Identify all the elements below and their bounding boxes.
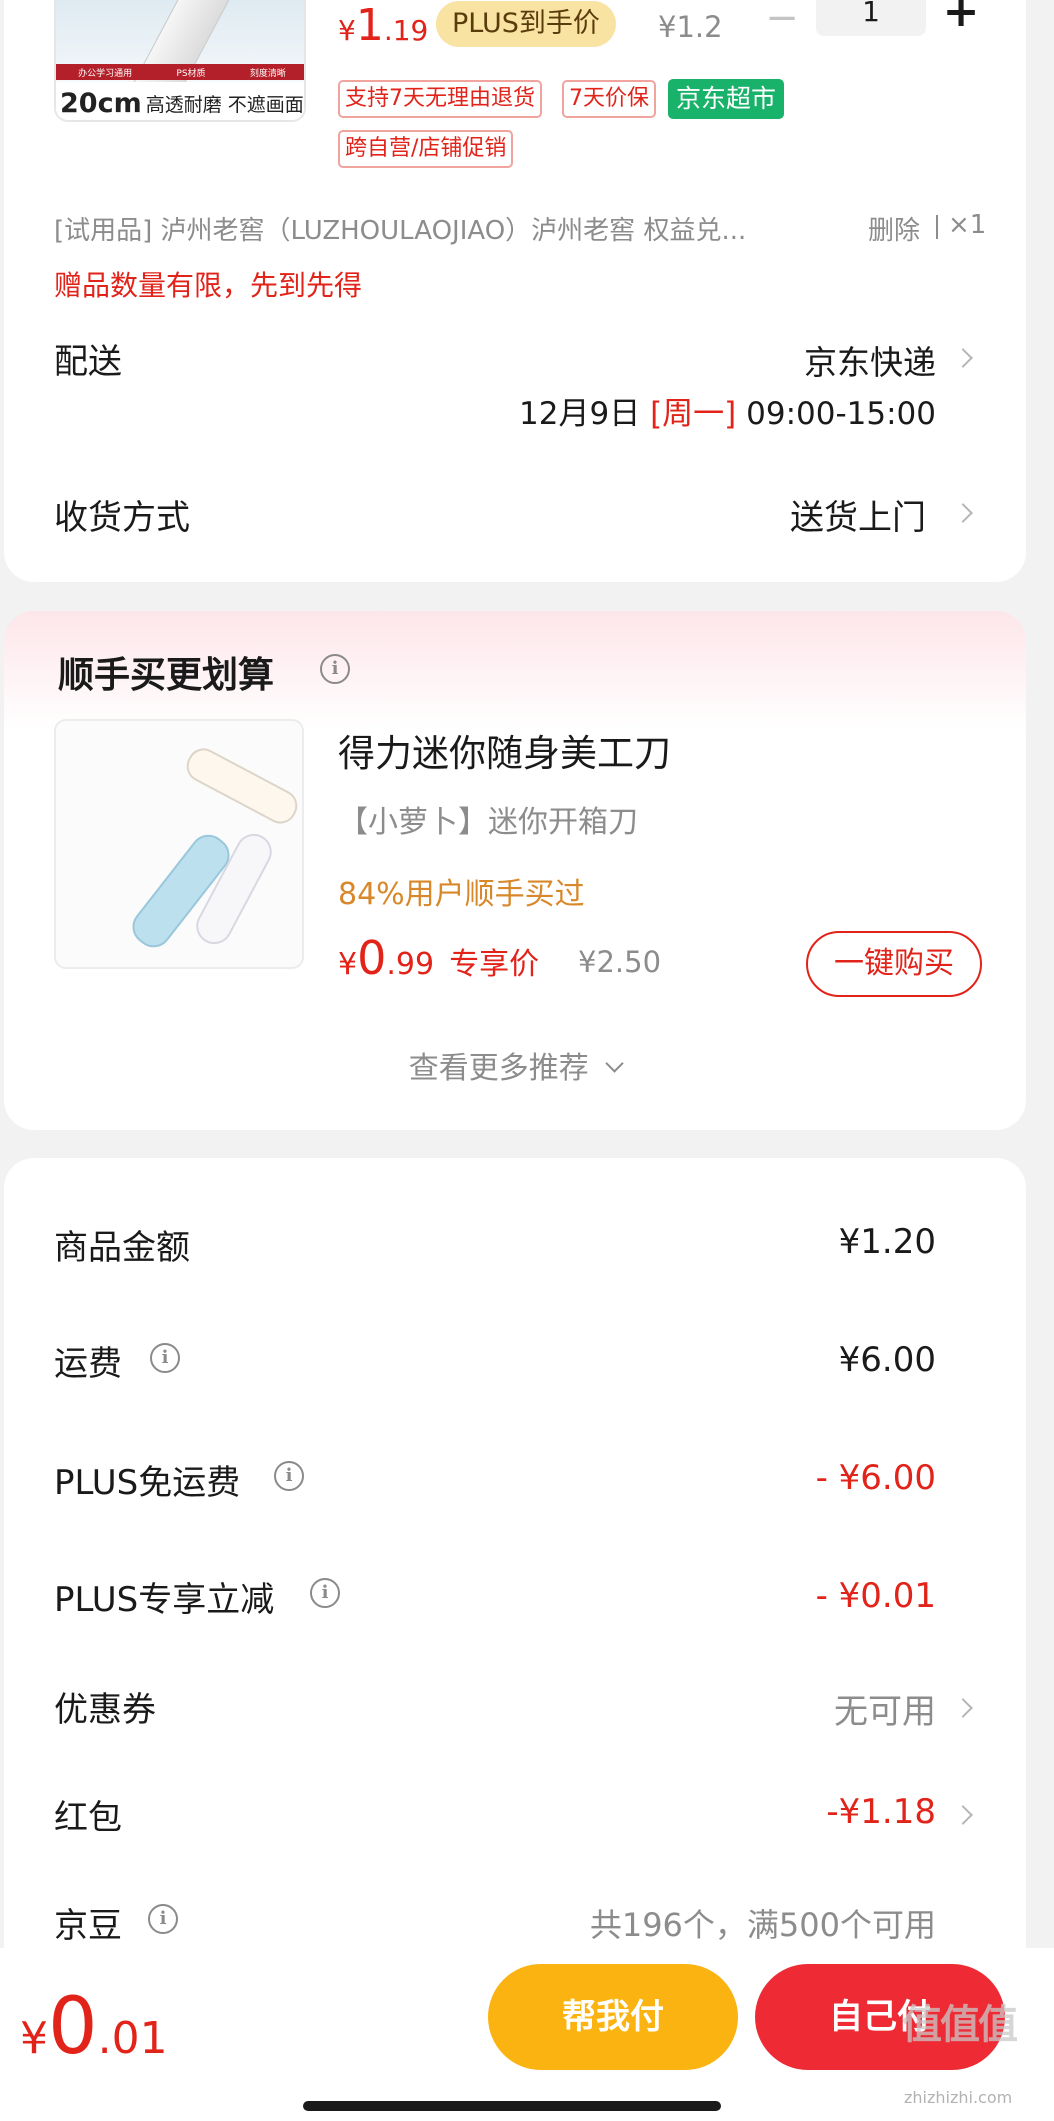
summary-red-packet-label[interactable]: 红包 [54,1790,122,1839]
delivery-chevron-icon[interactable] [953,348,973,368]
gift-description: [试用品] 泸州老窖（LUZHOULAOJIAO）泸州老窖 权益兑... [54,216,747,246]
quantity-input[interactable]: 1 [816,0,926,36]
coupon-chevron-icon[interactable] [953,1698,973,1718]
delivery-time: 12月9日 [周一] 09:00-15:00 [519,396,936,432]
tag-cross-promo: 跨自营/店铺促销 [338,130,514,168]
delivery-carrier[interactable]: 京东快递 [804,336,936,384]
gift-notice: 赠品数量有限，先到先得 [54,269,363,302]
summary-shipping-value: ¥6.00 [838,1340,936,1380]
receive-method-chevron-icon[interactable] [953,503,973,523]
quantity-increase-button[interactable]: + [939,0,983,36]
plus-discount-info-icon[interactable]: i [310,1578,340,1608]
recommend-original-price: ¥2.50 [578,945,662,979]
recommend-social-proof: 84%用户顺手买过 [338,877,585,912]
watermark-site: zhizhizhi.com [904,2088,1013,2107]
tag-jd-supermarket: 京东超市 [668,79,785,119]
summary-plus-discount-value: - ¥0.01 [815,1576,936,1616]
summary-coupon-label[interactable]: 优惠券 [54,1682,156,1731]
gift-separator [936,215,938,239]
view-more-recommend-link[interactable]: 查看更多推荐 [4,1043,1026,1087]
receive-method-label: 收货方式 [54,498,190,538]
recommend-product-image[interactable] [54,719,304,969]
bottom-checkout-bar: ¥0.01 帮我付 自己付 值值值 zhizhizhi.com [0,1948,1054,2121]
cutter-image-1 [181,742,302,830]
gift-delete-link[interactable]: 删除 [868,210,920,247]
receive-method-value[interactable]: 送货上门 [790,490,926,539]
summary-shipping-label: 运费 [54,1344,122,1384]
jd-beans-info-icon[interactable]: i [148,1904,178,1934]
summary-plus-discount-label: PLUS专享立减 [54,1580,275,1620]
home-indicator [303,2101,721,2111]
help-me-pay-button[interactable]: 帮我付 [488,1964,738,2070]
quantity-decrease-button[interactable]: − [762,0,802,40]
recommend-product-name[interactable]: 得力迷你随身美工刀 [338,723,671,777]
one-click-buy-button[interactable]: 一键购买 [806,931,982,997]
recommend-card: 顺手买更划算 i 得力迷你随身美工刀 【小萝卜】迷你开箱刀 84%用户顺手买过 … [4,611,1026,1130]
recommend-price: ¥0.99 专享价 [338,931,540,985]
thumb-strip: 办公学习通用 PS材质 刻度清晰 [56,64,304,80]
summary-jd-beans-value: 共196个，满500个可用 [589,1906,936,1944]
plus-free-shipping-info-icon[interactable]: i [274,1461,304,1491]
shipping-info-icon[interactable]: i [150,1343,180,1373]
total-price: ¥0.01 [20,1982,168,2072]
chevron-down-icon [605,1054,624,1073]
product-thumbnail[interactable]: 办公学习通用 PS材质 刻度清晰 20cm 高透耐磨 不遮画面 [54,0,306,122]
summary-plus-free-shipping-value: - ¥6.00 [815,1458,936,1498]
summary-coupon-value[interactable]: 无可用 [834,1684,936,1733]
order-item-card: 办公学习通用 PS材质 刻度清晰 20cm 高透耐磨 不遮画面 ¥1.19 PL… [4,0,1026,582]
product-price: ¥1.19 [338,0,429,51]
recommend-title: 顺手买更划算 [58,655,275,696]
recommend-info-icon[interactable]: i [320,654,350,684]
summary-jd-beans-label: 京豆 [54,1906,122,1946]
delivery-label: 配送 [54,342,122,382]
tag-7day-price-protect: 7天价保 [562,80,656,118]
red-packet-chevron-icon[interactable] [953,1805,973,1825]
recommend-product-subtitle: 【小萝卜】迷你开箱刀 [338,805,638,840]
watermark-logo: 值值值 [902,2002,1018,2048]
summary-red-packet-value[interactable]: -¥1.18 [826,1792,936,1832]
thumb-caption: 20cm 高透耐磨 不遮画面 [56,82,304,120]
summary-goods-amount-value: ¥1.20 [838,1222,936,1262]
summary-plus-free-shipping-label: PLUS免运费 [54,1463,241,1503]
summary-goods-amount-label: 商品金额 [54,1228,190,1268]
original-price: ¥1.2 [658,10,723,44]
plus-price-badge: PLUS到手价 [436,1,616,47]
tag-7day-return: 支持7天无理由退货 [338,80,542,118]
gift-count: ×1 [948,210,987,240]
